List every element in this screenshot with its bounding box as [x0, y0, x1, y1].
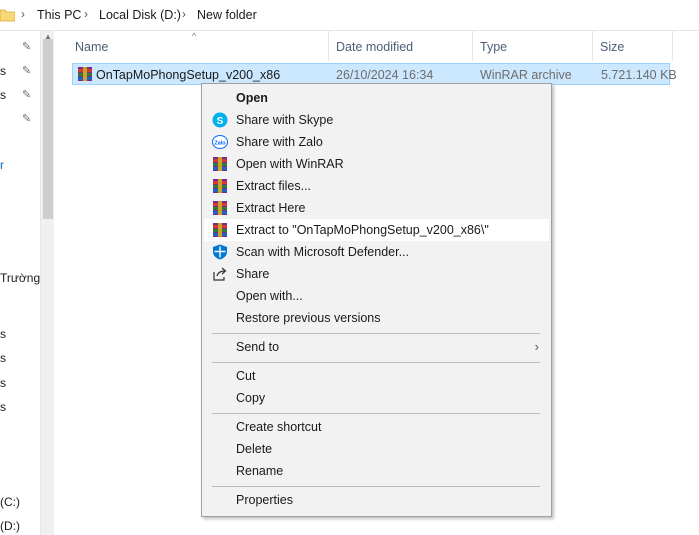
menu-item-properties[interactable]: Properties: [204, 489, 549, 511]
chevron-right-icon[interactable]: ›: [21, 7, 25, 21]
nav-item[interactable]: s: [0, 400, 6, 414]
breadcrumb-new-folder[interactable]: New folder: [197, 8, 257, 22]
menu-item-create-shortcut[interactable]: Create shortcut: [204, 416, 549, 438]
nav-item-drive-d[interactable]: (D:): [0, 519, 20, 533]
menu-item-open[interactable]: Open: [204, 87, 549, 109]
pin-icon[interactable]: ✎: [22, 89, 34, 101]
sort-ascending-icon: ^: [192, 31, 197, 41]
nav-item-drive-c[interactable]: (C:): [0, 495, 20, 509]
menu-item-label: Extract Here: [236, 201, 306, 215]
nav-item[interactable]: r: [0, 158, 4, 172]
menu-separator: [212, 486, 540, 487]
column-divider[interactable]: [672, 31, 673, 61]
column-divider[interactable]: [592, 31, 593, 61]
file-name[interactable]: OnTapMoPhongSetup_v200_x86: [96, 68, 280, 82]
zalo-icon: Zalo: [212, 135, 228, 149]
menu-item-rename[interactable]: Rename: [204, 460, 549, 482]
zalo-icon-text: Zalo: [214, 141, 226, 147]
skype-icon: S: [212, 112, 228, 128]
menu-item-share-zalo[interactable]: Zalo Share with Zalo: [204, 131, 549, 153]
column-date-modified[interactable]: Date modified: [336, 40, 413, 54]
nav-item[interactable]: s: [0, 376, 6, 390]
breadcrumb-local-disk[interactable]: Local Disk (D:): [99, 8, 181, 22]
menu-item-send-to[interactable]: Send to ›: [204, 336, 549, 358]
winrar-archive-icon: [78, 67, 92, 81]
nav-item[interactable]: s: [0, 351, 6, 365]
menu-separator: [212, 333, 540, 334]
menu-item-label: Restore previous versions: [236, 311, 381, 325]
menu-item-share[interactable]: Share: [204, 263, 549, 285]
nav-item[interactable]: s: [0, 88, 6, 102]
address-bar[interactable]: › This PC › Local Disk (D:) › New folder: [0, 0, 699, 31]
menu-item-label: Scan with Microsoft Defender...: [236, 245, 409, 259]
chevron-right-icon[interactable]: ›: [182, 7, 186, 21]
menu-item-label: Share with Zalo: [236, 135, 323, 149]
pin-icon[interactable]: ✎: [22, 41, 34, 53]
menu-item-label: Rename: [236, 464, 284, 478]
menu-item-label: Copy: [236, 391, 266, 405]
winrar-icon: [213, 223, 227, 237]
menu-item-restore-versions[interactable]: Restore previous versions: [204, 307, 549, 329]
menu-item-label: Extract to "OnTapMoPhongSetup_v200_x86\": [236, 223, 489, 237]
svg-text:S: S: [217, 116, 224, 127]
menu-item-extract-files[interactable]: Extract files...: [204, 175, 549, 197]
pin-icon[interactable]: ✎: [22, 113, 34, 125]
menu-item-label: Open with...: [236, 289, 303, 303]
chevron-right-icon[interactable]: ›: [84, 7, 88, 21]
winrar-icon: [213, 157, 227, 171]
file-size: 5.721.140 KB: [601, 68, 677, 82]
menu-item-label: Share: [236, 267, 270, 281]
menu-item-label: Delete: [236, 442, 273, 456]
menu-item-label: Open: [236, 91, 268, 105]
menu-item-label: Create shortcut: [236, 420, 322, 434]
menu-item-label: Extract files...: [236, 179, 312, 193]
nav-scrollbar[interactable]: ▲: [40, 31, 54, 535]
nav-item[interactable]: s: [0, 327, 6, 341]
column-divider[interactable]: [472, 31, 473, 61]
context-menu: Open S Share with Skype Zalo Share with …: [201, 83, 552, 517]
menu-item-open-with[interactable]: Open with...: [204, 285, 549, 307]
menu-item-extract-here[interactable]: Extract Here: [204, 197, 549, 219]
menu-item-delete[interactable]: Delete: [204, 438, 549, 460]
column-name[interactable]: Name: [75, 40, 108, 54]
chevron-right-icon: ›: [534, 339, 539, 354]
menu-item-copy[interactable]: Copy: [204, 387, 549, 409]
breadcrumb-this-pc[interactable]: This PC: [37, 8, 81, 22]
menu-item-share-skype[interactable]: S Share with Skype: [204, 109, 549, 131]
column-header-row: ^ Name Date modified Type Size: [62, 31, 699, 61]
column-type[interactable]: Type: [480, 40, 507, 54]
menu-item-cut[interactable]: Cut: [204, 365, 549, 387]
nav-item[interactable]: Trường: [0, 271, 40, 285]
column-divider[interactable]: [328, 31, 329, 61]
scroll-thumb[interactable]: [43, 39, 53, 219]
nav-item[interactable]: s: [0, 64, 6, 78]
column-size[interactable]: Size: [600, 40, 624, 54]
menu-item-open-winrar[interactable]: Open with WinRAR: [204, 153, 549, 175]
menu-item-label: Send to: [236, 340, 280, 354]
menu-item-label: Properties: [236, 493, 293, 507]
folder-icon: [0, 9, 15, 22]
menu-separator: [212, 362, 540, 363]
menu-item-label: Share with Skype: [236, 113, 334, 127]
menu-item-extract-to[interactable]: Extract to "OnTapMoPhongSetup_v200_x86\": [204, 219, 549, 241]
file-type: WinRAR archive: [480, 68, 572, 82]
defender-shield-icon: [213, 244, 227, 260]
pin-icon[interactable]: ✎: [22, 65, 34, 77]
menu-item-scan-defender[interactable]: Scan with Microsoft Defender...: [204, 241, 549, 263]
winrar-icon: [213, 201, 227, 215]
file-date: 26/10/2024 16:34: [336, 68, 434, 82]
share-icon: [213, 267, 227, 281]
winrar-icon: [213, 179, 227, 193]
menu-separator: [212, 413, 540, 414]
menu-item-label: Open with WinRAR: [236, 157, 344, 171]
file-row[interactable]: OnTapMoPhongSetup_v200_x86 26/10/2024 16…: [72, 63, 677, 85]
menu-item-label: Cut: [236, 369, 256, 383]
navigation-pane: s ✎ ✎ s ✎ ✎ r Trường s s s s (C:) (D:): [0, 31, 40, 535]
